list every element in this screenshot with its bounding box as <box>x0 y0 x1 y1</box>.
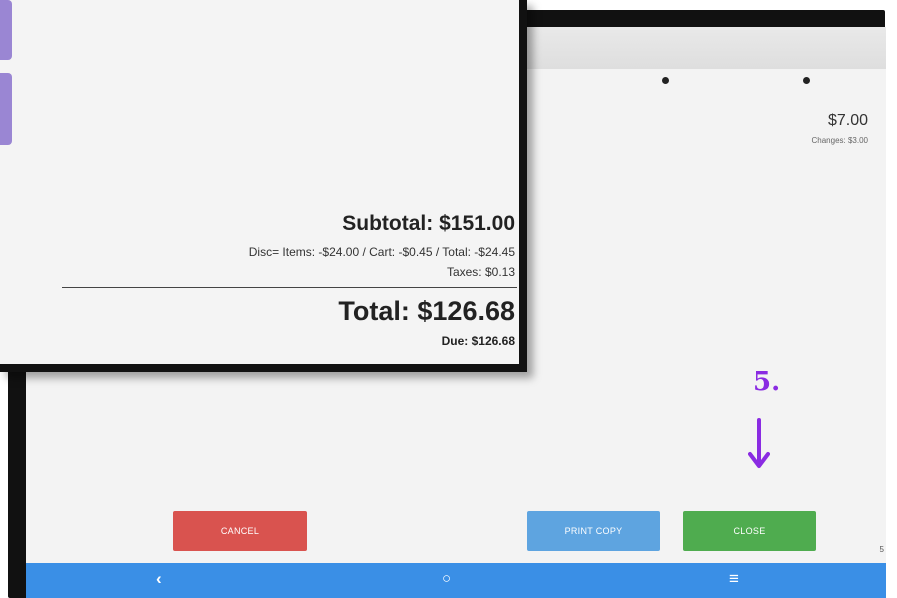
total-text: Total: $126.68 <box>338 296 515 326</box>
zoom-overlay: Subtotal: $151.00 Disc= Items: -$24.00 /… <box>0 0 519 364</box>
cancel-button[interactable]: CANCEL <box>173 511 307 551</box>
divider <box>62 287 517 288</box>
back-icon[interactable]: ‹ <box>156 569 162 589</box>
bullet-dot <box>803 77 810 84</box>
bullet-dot <box>662 77 669 84</box>
changes-text: Changes: $3.00 <box>811 136 869 145</box>
print-copy-button[interactable]: PRINT COPY <box>527 511 660 551</box>
side-button[interactable] <box>0 73 12 145</box>
zoom-overlay-frame: Subtotal: $151.00 Disc= Items: -$24.00 /… <box>0 0 527 372</box>
close-button[interactable]: CLOSE <box>683 511 816 551</box>
side-button[interactable] <box>0 0 12 60</box>
android-navbar: ‹ ○ ≡ <box>26 563 886 598</box>
home-icon[interactable]: ○ <box>442 570 451 587</box>
menu-icon[interactable]: ≡ <box>729 569 739 589</box>
taxes-text: Taxes: $0.13 <box>446 265 515 279</box>
subtotal-text: Subtotal: $151.00 <box>342 212 515 235</box>
due-text: Due: $126.68 <box>441 334 515 348</box>
item-price: $7.00 <box>827 112 868 129</box>
edge-text: 5 <box>879 545 884 554</box>
discount-text: Disc= Items: -$24.00 / Cart: -$0.45 / To… <box>248 245 515 259</box>
arrow-down-icon <box>748 418 770 468</box>
step-number-label: 5. <box>753 367 781 397</box>
